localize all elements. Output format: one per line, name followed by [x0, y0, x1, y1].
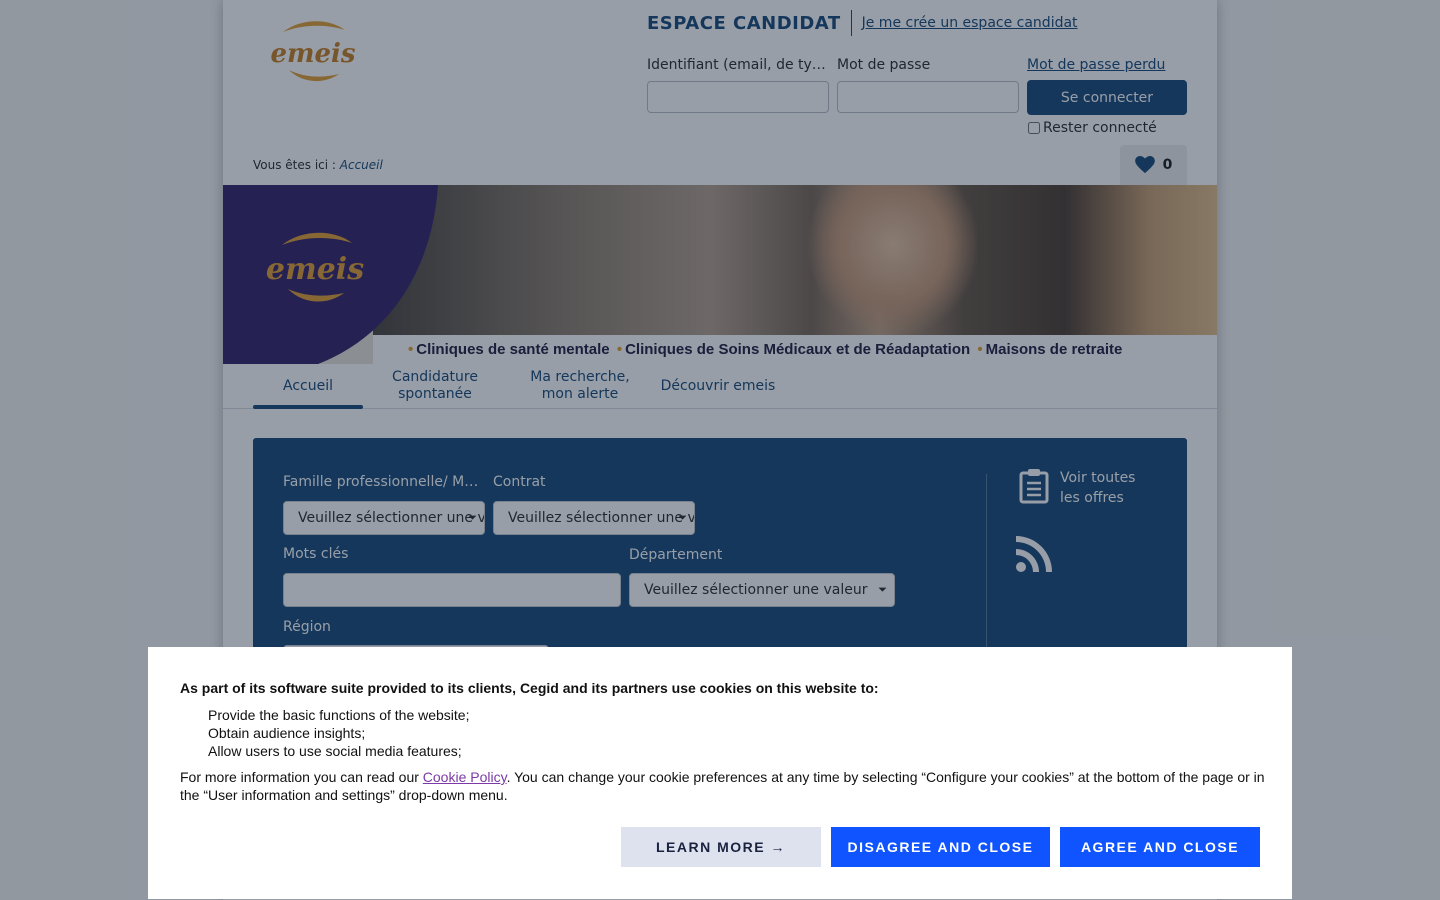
cookie-more-info: For more information you can read our Co… — [180, 768, 1270, 804]
cookie-more-prefix: For more information you can read our — [180, 769, 423, 785]
cookie-purpose-item: Obtain audience insights; — [208, 725, 366, 741]
cookie-heading: As part of its software suite provided t… — [180, 680, 879, 696]
disagree-close-button[interactable]: DISAGREE AND CLOSE — [831, 827, 1050, 867]
cookie-consent-dialog: As part of its software suite provided t… — [148, 647, 1292, 899]
cookie-purpose-list: Provide the basic functions of the websi… — [208, 706, 469, 760]
cookie-policy-link[interactable]: Cookie Policy — [423, 769, 507, 785]
learn-more-button[interactable]: LEARN MORE → — [621, 827, 821, 867]
cookie-purpose-item: Provide the basic functions of the websi… — [208, 707, 470, 723]
agree-close-button[interactable]: AGREE AND CLOSE — [1060, 827, 1260, 867]
cookie-purpose-item: Allow users to use social media features… — [208, 743, 462, 759]
